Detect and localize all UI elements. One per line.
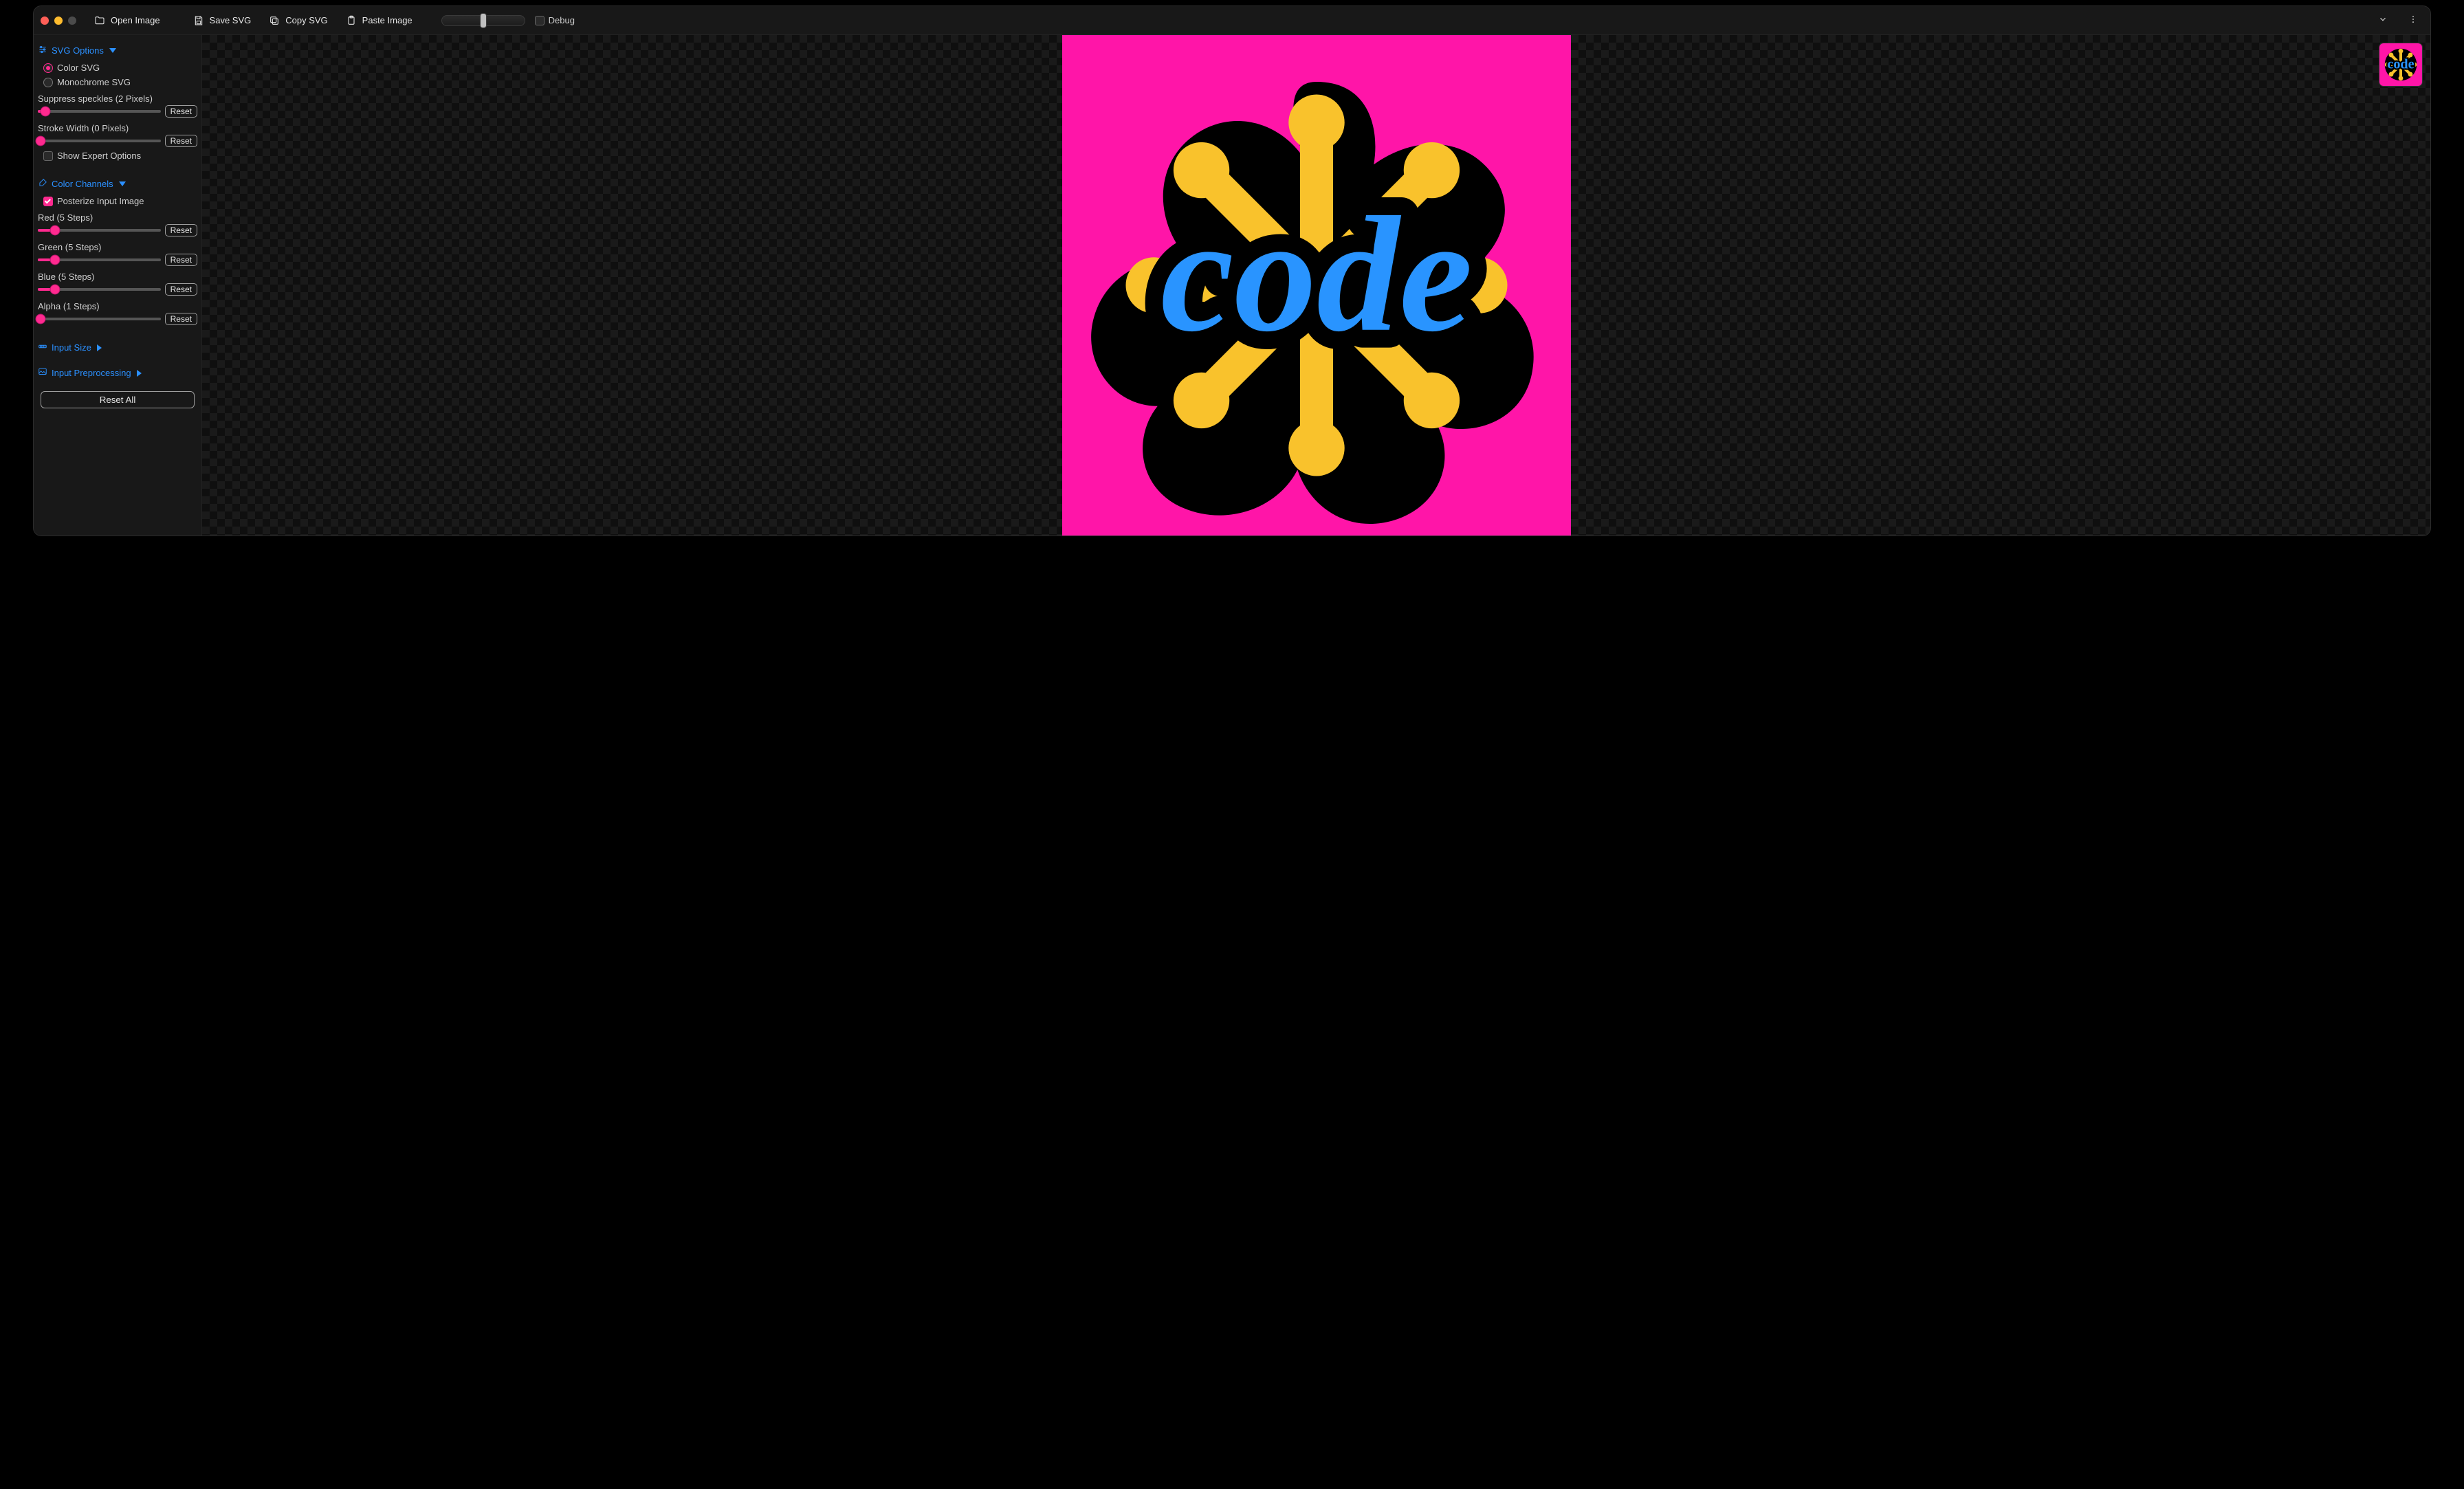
zoom-slider-thumb[interactable] <box>480 13 487 28</box>
paste-image-label: Paste Image <box>362 15 412 25</box>
speckles-slider[interactable] <box>38 106 161 117</box>
section-color-channels-title: Color Channels <box>52 179 113 189</box>
copy-svg-label: Copy SVG <box>285 15 327 25</box>
section-color-channels[interactable]: Color Channels <box>38 175 197 194</box>
kebab-icon <box>2408 14 2418 24</box>
posterize-label: Posterize Input Image <box>57 196 144 206</box>
window-minimize-button[interactable] <box>54 16 63 25</box>
section-input-size[interactable]: Input Size <box>38 339 197 357</box>
green-label: Green (5 Steps) <box>38 238 197 252</box>
blue-slider[interactable] <box>38 284 161 295</box>
artwork-svg: code code <box>1062 35 1571 536</box>
blue-reset-button[interactable]: Reset <box>165 283 197 296</box>
blue-label: Blue (5 Steps) <box>38 267 197 282</box>
paste-image-button[interactable]: Paste Image <box>342 12 417 29</box>
app-window: Open Image Save SVG Copy SVG Paste I <box>33 5 2431 536</box>
window-traffic-lights <box>41 16 76 25</box>
open-image-button[interactable]: Open Image <box>90 12 164 29</box>
radio-monochrome-svg-label: Monochrome SVG <box>57 77 131 87</box>
triangle-down-icon <box>109 48 116 53</box>
sidebar: SVG Options Color SVG Monochrome SVG Sup… <box>34 35 202 536</box>
svg-preview: code code <box>1062 35 1571 536</box>
folder-icon <box>94 15 105 26</box>
copy-svg-button[interactable]: Copy SVG <box>265 12 331 29</box>
triangle-right-icon <box>97 344 102 351</box>
image-icon <box>38 367 47 379</box>
alpha-reset-button[interactable]: Reset <box>165 313 197 325</box>
copy-icon <box>269 15 280 26</box>
radio-color-svg-label: Color SVG <box>57 63 100 73</box>
toolbar: Open Image Save SVG Copy SVG Paste I <box>34 6 2430 35</box>
section-input-preprocessing[interactable]: Input Preprocessing <box>38 364 197 383</box>
save-icon <box>193 15 204 26</box>
expert-options-label: Show Expert Options <box>57 151 141 161</box>
reset-all-button[interactable]: Reset All <box>41 391 195 408</box>
zoom-slider[interactable] <box>441 15 525 26</box>
expert-options-checkbox[interactable]: Show Expert Options <box>38 148 197 163</box>
clipboard-icon <box>346 15 357 26</box>
triangle-right-icon <box>137 370 142 377</box>
alpha-slider[interactable] <box>38 313 161 324</box>
section-input-preprocessing-title: Input Preprocessing <box>52 368 131 378</box>
section-svg-options-title: SVG Options <box>52 45 104 56</box>
red-label: Red (5 Steps) <box>38 208 197 223</box>
alpha-label: Alpha (1 Steps) <box>38 297 197 311</box>
sliders-icon <box>38 45 47 56</box>
checkbox-box-icon <box>43 151 53 161</box>
save-svg-label: Save SVG <box>210 15 252 25</box>
checkbox-box-icon <box>43 197 53 206</box>
section-input-size-title: Input Size <box>52 342 91 353</box>
expand-menu-button[interactable] <box>2373 12 2393 29</box>
window-zoom-button[interactable] <box>68 16 76 25</box>
brush-icon <box>38 178 47 190</box>
red-slider[interactable] <box>38 225 161 236</box>
speckles-label: Suppress speckles (2 Pixels) <box>38 89 197 104</box>
open-image-label: Open Image <box>111 15 160 25</box>
minimap-thumbnail[interactable]: code code <box>2379 43 2422 86</box>
checkbox-box-icon <box>535 16 544 25</box>
canvas-area[interactable]: code code <box>202 35 2430 536</box>
chevron-down-icon <box>2378 14 2388 24</box>
triangle-down-icon <box>119 181 126 186</box>
radio-color-svg[interactable]: Color SVG <box>38 60 197 75</box>
stroke-reset-button[interactable]: Reset <box>165 135 197 147</box>
radio-icon <box>43 78 53 87</box>
svg-text:code: code <box>1160 184 1473 366</box>
red-reset-button[interactable]: Reset <box>165 224 197 236</box>
debug-label: Debug <box>549 15 575 25</box>
green-reset-button[interactable]: Reset <box>165 254 197 266</box>
green-slider[interactable] <box>38 254 161 265</box>
stroke-label: Stroke Width (0 Pixels) <box>38 119 197 133</box>
svg-text:code: code <box>2387 56 2414 71</box>
save-svg-button[interactable]: Save SVG <box>189 12 256 29</box>
debug-checkbox[interactable]: Debug <box>535 15 575 25</box>
radio-icon <box>43 63 53 73</box>
posterize-checkbox[interactable]: Posterize Input Image <box>38 194 197 208</box>
speckles-reset-button[interactable]: Reset <box>165 105 197 118</box>
ruler-icon <box>38 342 47 353</box>
more-menu-button[interactable] <box>2403 12 2423 29</box>
window-close-button[interactable] <box>41 16 49 25</box>
section-svg-options[interactable]: SVG Options <box>38 42 197 60</box>
stroke-slider[interactable] <box>38 135 161 146</box>
radio-monochrome-svg[interactable]: Monochrome SVG <box>38 75 197 89</box>
